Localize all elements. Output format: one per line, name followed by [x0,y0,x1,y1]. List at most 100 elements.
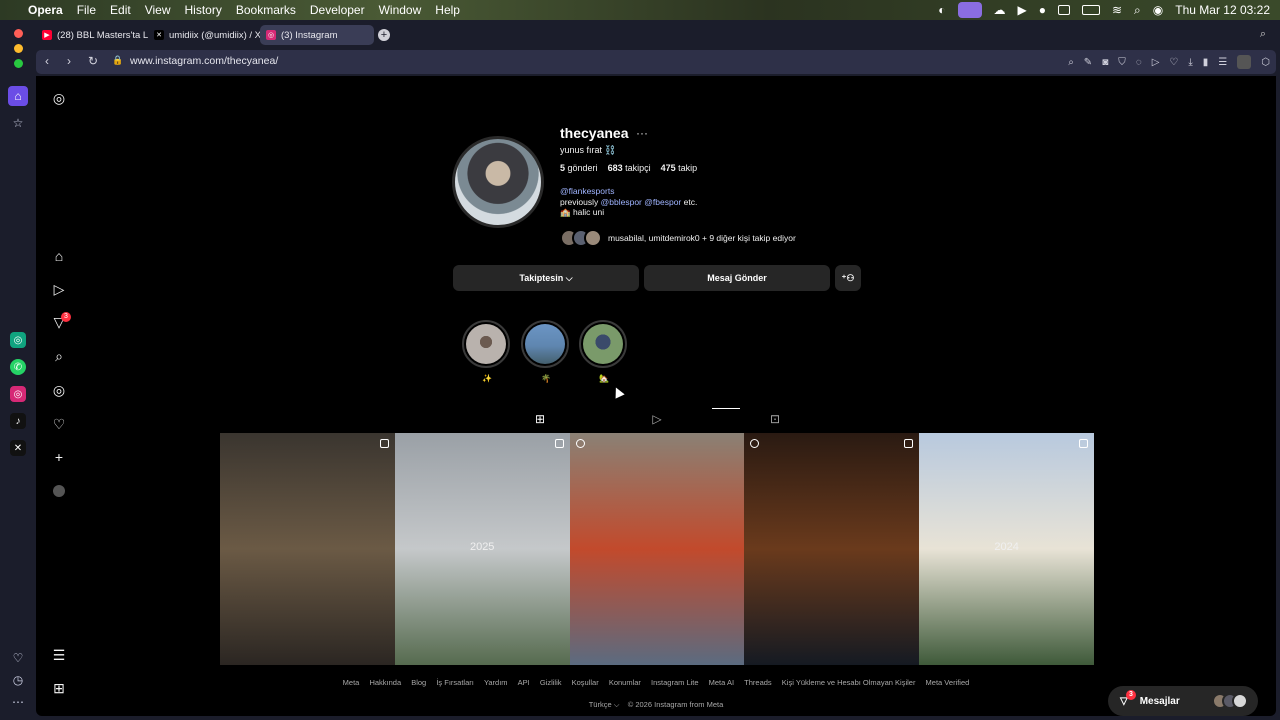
easy-setup-icon[interactable]: ☰ [1218,57,1227,68]
footer-link[interactable]: Meta Verified [926,678,970,687]
url-field[interactable]: www.instagram.com/thecyanea/ [130,55,278,67]
search-page-icon[interactable]: ⌕ [1068,57,1074,68]
posts-grid-icon[interactable]: ⊞ [533,412,547,426]
menu-file[interactable]: File [77,3,96,17]
forward-icon[interactable]: › [67,54,71,68]
download-icon[interactable]: ⤓ [1188,57,1192,68]
back-icon[interactable]: ‹ [45,54,49,68]
whatsapp-icon[interactable]: ✆ [10,359,26,375]
post-tile[interactable]: 2024 [919,433,1094,665]
heart-icon[interactable]: ♡ [8,648,28,668]
history-icon[interactable]: ◷ [8,670,28,690]
wifi-icon[interactable]: ≋ [1112,3,1122,17]
tagged-tab-icon[interactable]: ⊡ [768,412,782,426]
profile-avatar[interactable] [1237,55,1252,69]
menu-window[interactable]: Window [379,3,422,17]
footer-link[interactable]: Meta [343,678,360,687]
screen-record-icon[interactable] [957,2,982,18]
footer-link[interactable]: Yardım [484,678,508,687]
footer-link[interactable]: Meta AI [709,678,734,687]
tracker-icon[interactable]: ◌ [1136,57,1142,68]
following-count[interactable]: 475 takip [661,163,698,173]
footer-link[interactable]: Konumlar [609,678,641,687]
reels-tab-icon[interactable]: ▷ [650,412,664,426]
send-icon[interactable]: ▷ [1152,57,1160,68]
status-icon[interactable]: ◐ [938,3,945,17]
camera-icon[interactable]: ◙ [1102,57,1108,68]
menu-bookmarks[interactable]: Bookmarks [236,3,296,17]
bio-mention[interactable]: @bblespor [601,197,642,207]
cloud-icon[interactable]: ☁ [994,3,1006,17]
lock-icon[interactable]: 🔒 [112,55,123,66]
notifications-heart-icon[interactable]: ♡ [51,416,67,432]
footer-link[interactable]: Koşullar [572,678,599,687]
shield-icon[interactable]: ⛉ [1118,57,1126,68]
more-options-icon[interactable]: ··· [636,126,648,140]
zoom-window-button[interactable] [14,59,23,68]
home-icon[interactable]: ⌂ [8,86,28,106]
menu-app-name[interactable]: Opera [28,3,63,17]
send-message-button[interactable]: Mesaj Gönder [644,265,830,291]
extensions-icon[interactable]: ⬡ [1261,57,1270,68]
spotlight-icon[interactable]: ⌕ [1134,3,1141,18]
instagram-logo-icon[interactable]: ◎ [51,90,67,106]
footer-link[interactable]: Blog [411,678,426,687]
bio-mention-link[interactable]: @flankesports [560,186,614,196]
clock[interactable]: Thu Mar 12 03:22 [1175,3,1270,17]
battery-icon[interactable] [1081,5,1100,15]
more-icon[interactable]: ⋯ [8,692,28,712]
footer-link[interactable]: İş Fırsatları [436,678,474,687]
footer-link[interactable]: Hakkında [369,678,401,687]
highlight-item[interactable]: 🏡 [579,320,629,383]
user-icon[interactable]: ● [1039,3,1046,17]
tab-search-icon[interactable]: ⌕ [1260,28,1266,41]
footer-link[interactable]: API [518,678,530,687]
reload-icon[interactable]: ↻ [88,54,98,68]
bio-mention[interactable]: @fbespor [644,197,681,207]
close-window-button[interactable] [14,29,23,38]
control-center-icon[interactable]: ◉ [1153,3,1163,17]
highlight-item[interactable]: 🌴 [521,320,571,383]
language-select[interactable]: Türkçe ⌵ [589,700,620,709]
post-tile[interactable]: 2025 [394,433,570,665]
footer-link[interactable]: Gizlilik [540,678,562,687]
menu-view[interactable]: View [145,3,171,17]
tab-youtube[interactable]: ▶ (28) BBL Masters'ta Low [36,25,148,45]
menu-edit[interactable]: Edit [110,3,131,17]
footer-link[interactable]: Threads [744,678,772,687]
post-tile[interactable] [744,433,920,665]
post-tile[interactable] [569,433,745,665]
reels-icon[interactable]: ▷ [51,281,67,297]
menu-help[interactable]: Help [435,3,460,17]
tab-x[interactable]: ✕ umidiix (@umidiix) / X [148,25,260,45]
highlight-item[interactable]: ✨ [462,320,512,383]
minimize-window-button[interactable] [14,44,23,53]
followers-count[interactable]: 683 takipçi [608,163,651,173]
tab-instagram[interactable]: ◎ (3) Instagram [260,25,374,45]
new-tab-button[interactable]: + [378,29,390,41]
instagram-app-icon[interactable]: ◎ [10,386,26,402]
post-tile[interactable] [220,433,395,665]
display-icon[interactable] [1057,5,1070,15]
explore-icon[interactable]: ◎ [51,382,67,398]
battery-saver-icon[interactable]: ▮ [1203,57,1209,68]
edit-icon[interactable]: ✎ [1084,57,1092,68]
menu-developer[interactable]: Developer [310,3,365,17]
menu-icon[interactable]: ☰ [51,647,67,663]
home-nav-icon[interactable]: ⌂ [51,248,67,264]
bookmark-heart-icon[interactable]: ♡ [1169,57,1178,68]
followed-by[interactable]: musabilal, umitdemirok0 + 9 diğer kişi t… [560,228,796,248]
footer-link[interactable]: Kişi Yükleme ve Hesabı Olmayan Kişiler [782,678,916,687]
search-icon[interactable]: ⌕ [51,348,67,364]
chatgpt-icon[interactable]: ◎ [10,332,26,348]
following-button[interactable]: Takiptesin ⌵ [453,265,639,291]
suggest-people-button[interactable]: ⁺⚇ [835,265,861,291]
footer-link[interactable]: Instagram Lite [651,678,699,687]
tiktok-icon[interactable]: ♪ [10,413,26,429]
create-icon[interactable]: + [51,449,67,465]
messages-button[interactable]: ▽ 3 Mesajlar [1108,686,1258,716]
play-icon[interactable]: ▶ [1018,3,1027,17]
x-app-icon[interactable]: ✕ [10,440,26,456]
menu-history[interactable]: History [185,3,222,17]
profile-nav-avatar[interactable] [51,483,67,499]
